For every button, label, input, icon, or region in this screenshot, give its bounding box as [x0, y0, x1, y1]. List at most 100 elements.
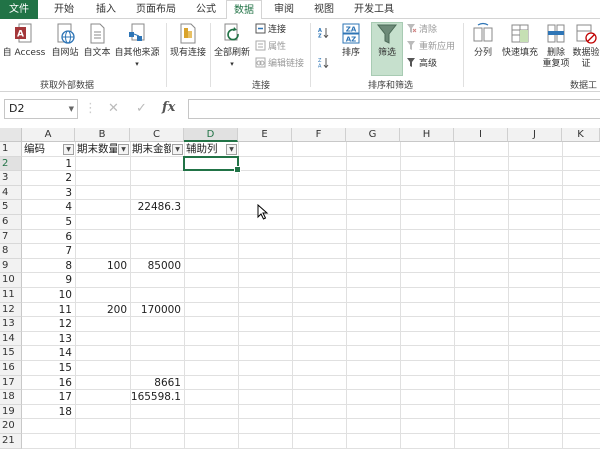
remove-duplicates-button[interactable]: 删除 重复项	[540, 22, 572, 70]
column-header-k[interactable]: K	[562, 128, 600, 142]
column-header-f[interactable]: F	[292, 128, 346, 142]
cell-a[interactable]: 11	[22, 303, 75, 317]
column-header-d[interactable]: D	[184, 128, 238, 142]
cell-b[interactable]: 200	[75, 303, 130, 317]
from-web-button[interactable]: 自网站	[48, 22, 82, 59]
cell-a[interactable]: 2	[22, 171, 75, 185]
row-header[interactable]: 17	[0, 375, 22, 391]
select-all-corner[interactable]	[0, 128, 22, 142]
cell-a[interactable]: 16	[22, 376, 75, 390]
row-header[interactable]: 19	[0, 404, 22, 420]
filter-dropdown-icon[interactable]: ▼	[172, 143, 183, 155]
row-header[interactable]: 9	[0, 258, 22, 274]
cell-a[interactable]: 18	[22, 405, 75, 419]
column-header-h[interactable]: H	[400, 128, 454, 142]
insert-function-icon[interactable]: fx	[162, 100, 175, 115]
cell-a[interactable]: 12	[22, 317, 75, 331]
from-text-button[interactable]: 自文本	[82, 22, 112, 59]
cell-a[interactable]: 14	[22, 346, 75, 360]
row-header[interactable]: 12	[0, 302, 22, 318]
chevron-down-icon[interactable]: ▼	[69, 100, 74, 118]
sort-button[interactable]: ZA AZ 排序	[336, 22, 366, 59]
cell-c[interactable]: 85000	[130, 259, 184, 273]
column-header-e[interactable]: E	[238, 128, 292, 142]
cell-c[interactable]: 165598.1	[130, 390, 184, 404]
formula-input[interactable]	[188, 99, 600, 119]
tab-formulas[interactable]: 公式	[188, 0, 224, 19]
cell-c[interactable]: 22486.3	[130, 200, 184, 214]
row-header[interactable]: 13	[0, 317, 22, 332]
row-header[interactable]: 5	[0, 200, 22, 215]
active-cell-d2[interactable]	[183, 155, 241, 173]
tab-developer[interactable]: 开发工具	[346, 0, 402, 19]
existing-connections-button[interactable]: 现有连接	[168, 22, 208, 59]
cell-c[interactable]: 8661	[130, 376, 184, 390]
tab-view[interactable]: 视图	[306, 0, 342, 19]
row-header[interactable]: 2	[0, 156, 22, 172]
row-header[interactable]: 1	[0, 142, 22, 157]
row-header[interactable]: 14	[0, 331, 22, 347]
cancel-icon[interactable]: ✕	[108, 101, 119, 116]
enter-icon[interactable]: ✓	[136, 101, 147, 116]
cell-a[interactable]: 6	[22, 230, 75, 244]
row-header[interactable]: 15	[0, 346, 22, 361]
tab-home[interactable]: 开始	[46, 0, 82, 19]
clear-filter-button[interactable]: 清除	[406, 23, 437, 37]
tab-file[interactable]: 文件	[0, 0, 38, 19]
name-box[interactable]: D2 ▼	[4, 99, 78, 119]
worksheet-grid[interactable]: A B C D E F G H I J K 1 编码 ▼ 期末数量 ▼ 期末金额 ▼ 辅助列 ▼ 2 1 3 2 4 3 5 4 224…	[0, 128, 600, 450]
sort-descending-button[interactable]: ZA	[318, 57, 331, 71]
header-cell-b[interactable]: 期末数量	[75, 142, 117, 156]
row-header[interactable]: 20	[0, 419, 22, 434]
cell-c[interactable]: 170000	[130, 303, 184, 317]
row-header[interactable]: 11	[0, 288, 22, 303]
refresh-all-button[interactable]: 全部刷新 ▾	[212, 22, 252, 70]
header-cell-d[interactable]: 辅助列	[184, 142, 225, 156]
column-header-g[interactable]: G	[346, 128, 400, 142]
reapply-button[interactable]: 重新应用	[406, 40, 455, 54]
text-to-columns-button[interactable]: 分列	[467, 22, 499, 59]
filter-button[interactable]: 筛选	[371, 22, 403, 59]
row-header[interactable]: 18	[0, 390, 22, 405]
filter-dropdown-icon[interactable]: ▼	[118, 143, 129, 155]
column-header-a[interactable]: A	[22, 128, 75, 142]
row-header[interactable]: 3	[0, 171, 22, 186]
properties-button[interactable]: 属性	[255, 40, 286, 54]
advanced-filter-button[interactable]: 高级	[406, 57, 437, 71]
from-other-sources-button[interactable]: 自其他来源 ▾	[112, 22, 162, 70]
cell-a[interactable]: 17	[22, 390, 75, 404]
sort-ascending-button[interactable]: AZ	[318, 27, 331, 41]
cell-a[interactable]: 9	[22, 273, 75, 287]
cell-b[interactable]: 100	[75, 259, 130, 273]
tab-review[interactable]: 审阅	[266, 0, 302, 19]
cell-a[interactable]: 15	[22, 361, 75, 375]
cell-a[interactable]: 4	[22, 200, 75, 214]
filter-dropdown-icon[interactable]: ▼	[226, 143, 237, 155]
row-header[interactable]: 10	[0, 273, 22, 288]
cell-a[interactable]: 3	[22, 186, 75, 200]
column-header-c[interactable]: C	[130, 128, 184, 142]
cell-a[interactable]: 7	[22, 244, 75, 258]
connections-button[interactable]: 连接	[255, 23, 286, 37]
tab-insert[interactable]: 插入	[88, 0, 124, 19]
filter-dropdown-icon[interactable]: ▼	[63, 143, 74, 155]
cell-a[interactable]: 13	[22, 332, 75, 346]
row-header[interactable]: 6	[0, 215, 22, 230]
tab-data[interactable]: 数据	[226, 0, 262, 20]
from-access-button[interactable]: A 自 Access	[2, 22, 46, 59]
row-header[interactable]: 16	[0, 361, 22, 376]
row-header[interactable]: 8	[0, 244, 22, 259]
edit-links-button[interactable]: 编辑链接	[255, 57, 304, 71]
row-header[interactable]: 7	[0, 229, 22, 245]
column-header-j[interactable]: J	[508, 128, 562, 142]
row-header[interactable]: 4	[0, 185, 22, 201]
header-cell-c[interactable]: 期末金额	[130, 142, 171, 156]
cell-a[interactable]: 10	[22, 288, 75, 302]
header-cell-a[interactable]: 编码	[22, 142, 62, 156]
tab-page-layout[interactable]: 页面布局	[128, 0, 184, 19]
cell-a[interactable]: 5	[22, 215, 75, 229]
data-validation-button[interactable]: 数据验 证	[572, 22, 600, 70]
flash-fill-button[interactable]: 快速填充	[500, 22, 540, 59]
row-header[interactable]: 21	[0, 434, 22, 449]
column-header-i[interactable]: I	[454, 128, 508, 142]
